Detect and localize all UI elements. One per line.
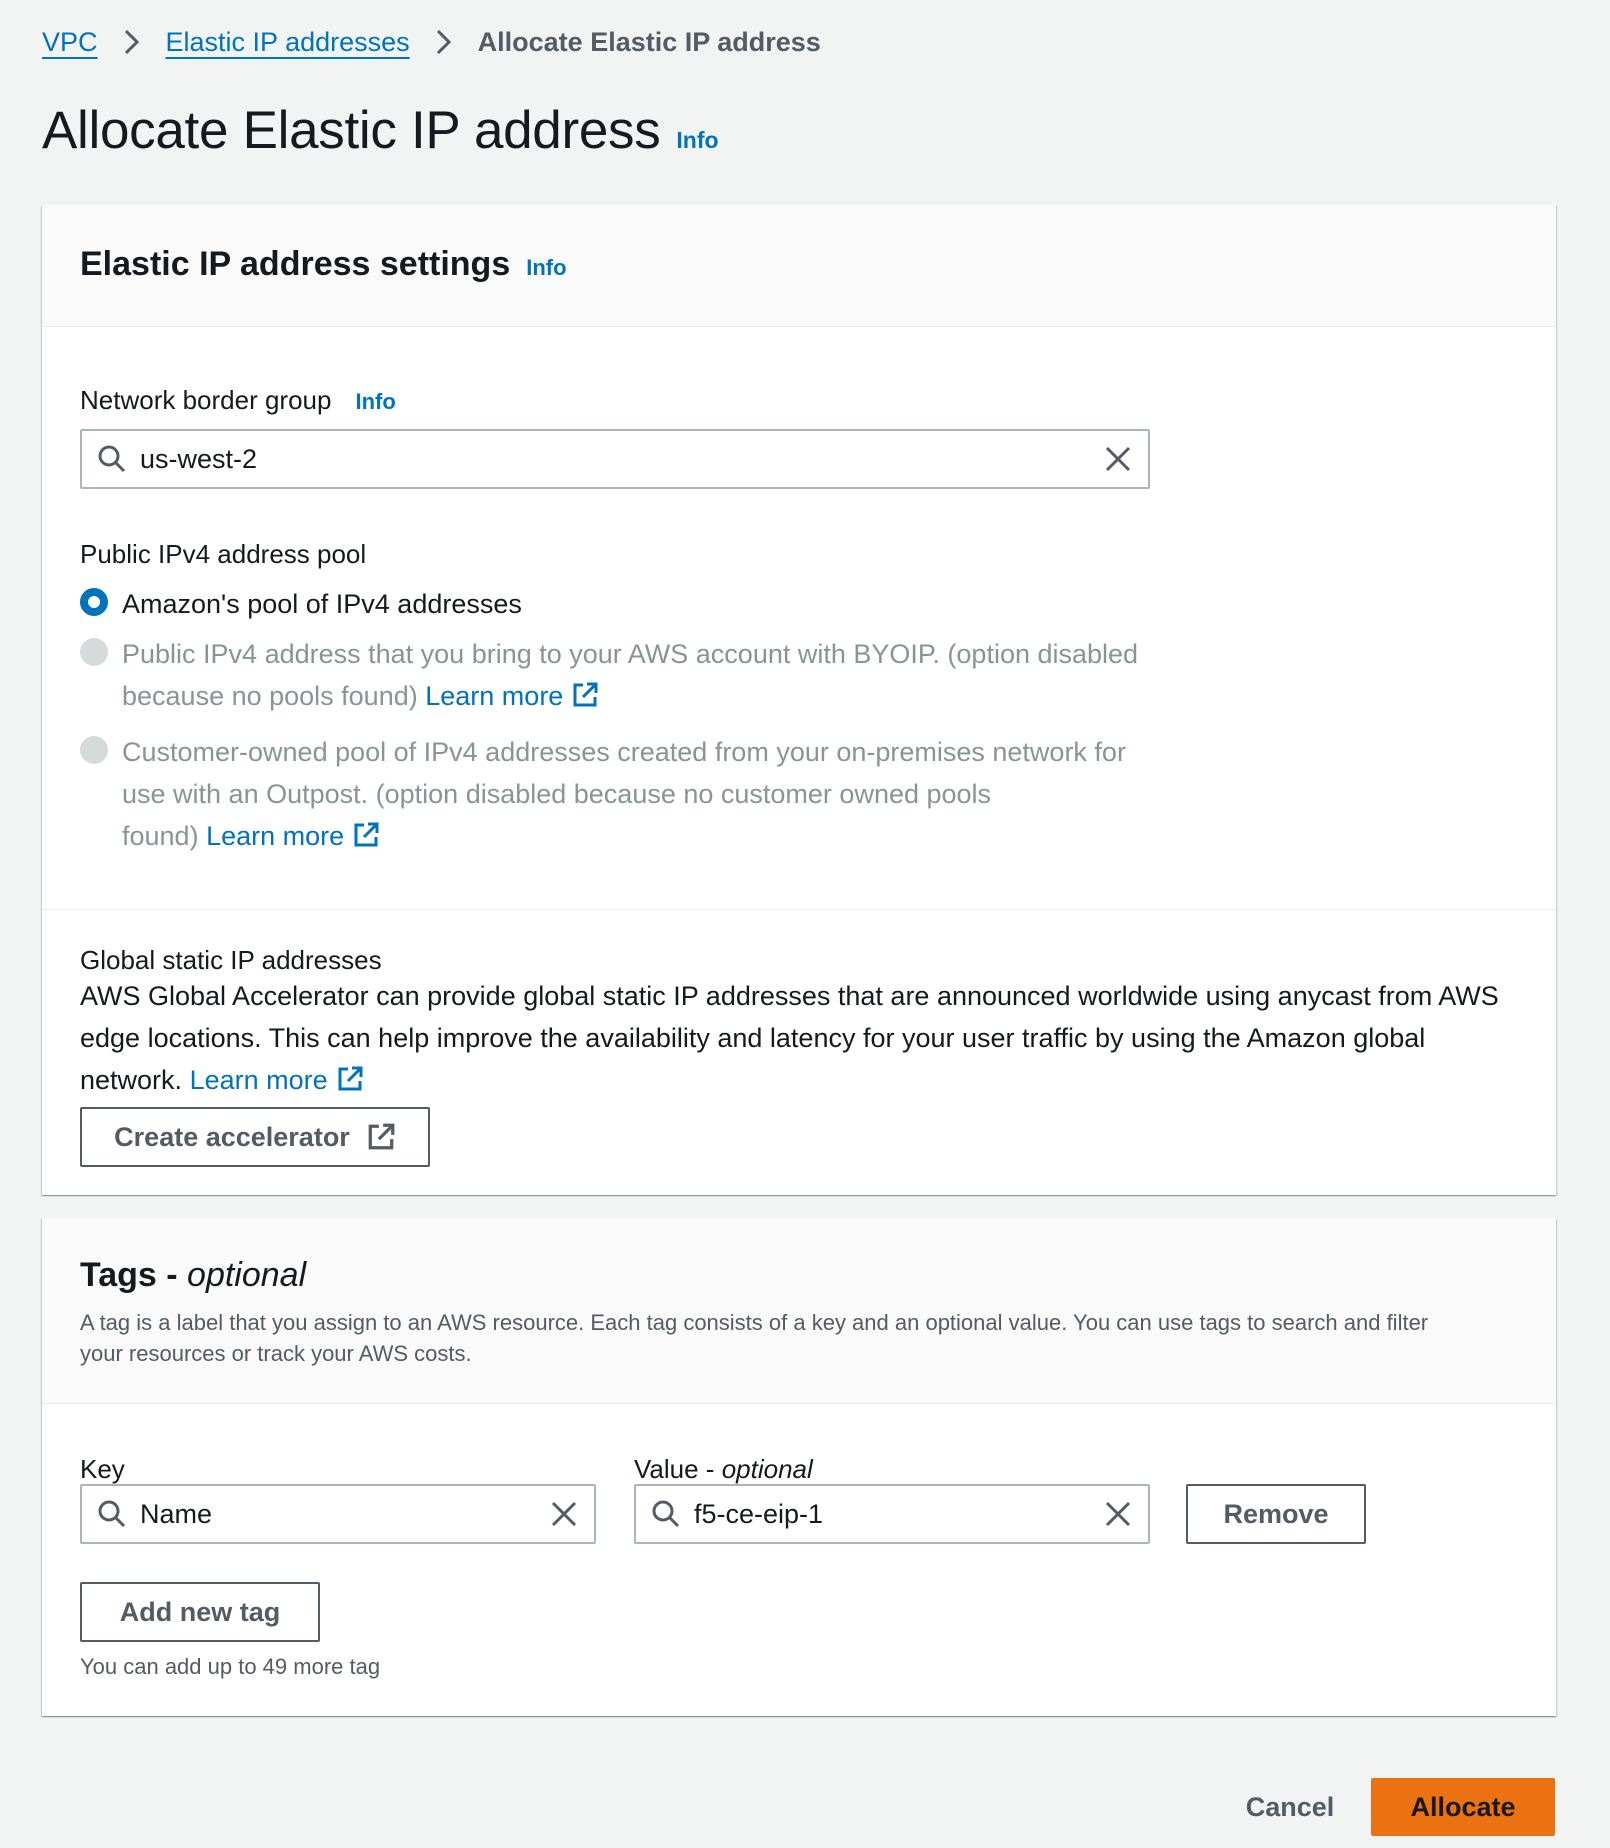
ipv4-pool-label: Public IPv4 address pool <box>80 539 367 569</box>
search-icon <box>652 1500 680 1528</box>
remove-tag-button[interactable]: Remove <box>1186 1484 1366 1544</box>
chevron-right-icon <box>122 28 142 56</box>
tag-value-label-optional: optional <box>721 1454 813 1484</box>
remove-tag-label: Remove <box>1223 1498 1329 1529</box>
network-border-group-label: Network border group <box>80 385 332 415</box>
tags-description: A tag is a label that you assign to an A… <box>80 1307 1518 1369</box>
global-static-desc-line1: AWS Global Accelerator can provide globa… <box>80 981 1499 1011</box>
global-static-desc-line2: edge locations. This can help improve th… <box>80 1023 1426 1053</box>
radio-option-customer-owned: Customer-owned pool of IPv4 addresses cr… <box>80 731 1126 857</box>
radio-option-amazon-pool[interactable]: Amazon's pool of IPv4 addresses <box>80 583 522 625</box>
tags-limit-hint: You can add up to 49 more tag <box>80 1654 381 1679</box>
settings-panel-title: Elastic IP address settings <box>80 245 511 283</box>
tags-panel-title: Tags - optional <box>80 1256 1518 1295</box>
network-border-group-info-link[interactable]: Info <box>355 389 395 415</box>
page-header: Allocate Elastic IP address Info <box>42 100 719 161</box>
global-accelerator-learn-more-text: Learn more <box>189 1065 328 1095</box>
close-icon[interactable] <box>1102 443 1134 475</box>
global-static-ip-label: Global static IP addresses <box>80 945 382 975</box>
add-new-tag-button[interactable]: Add new tag <box>80 1582 320 1642</box>
customer-owned-learn-more-link[interactable]: Learn more <box>206 821 380 851</box>
breadcrumb-vpc-link[interactable]: VPC <box>42 27 98 58</box>
create-accelerator-label: Create accelerator <box>114 1121 350 1152</box>
global-static-desc-line3: network. <box>80 1065 183 1095</box>
global-static-ip-description: AWS Global Accelerator can provide globa… <box>80 975 1520 1101</box>
allocate-button[interactable]: Allocate <box>1371 1778 1555 1836</box>
tag-value-label-text: Value - <box>634 1454 722 1484</box>
external-link-icon <box>354 822 379 847</box>
tags-panel-header: Tags - optional A tag is a label that yo… <box>42 1218 1556 1404</box>
network-border-group-label-row: Network border group Info <box>80 385 396 416</box>
page-title: Allocate Elastic IP address <box>42 101 661 160</box>
elastic-ip-settings-panel: Elastic IP address settings Info Network… <box>42 205 1556 1195</box>
add-new-tag-label: Add new tag <box>119 1596 281 1627</box>
cancel-button[interactable]: Cancel <box>1230 1778 1350 1836</box>
radio-byoip-label: Public IPv4 address that you bring to yo… <box>122 633 1138 717</box>
tags-desc-line2: your resources or track your AWS costs. <box>80 1341 472 1366</box>
network-border-group-input[interactable]: us-west-2 <box>80 429 1150 489</box>
radio-option-byoip: Public IPv4 address that you bring to yo… <box>80 633 1138 717</box>
customer-owned-learn-more-text: Learn more <box>206 821 345 851</box>
radio-byoip <box>80 638 108 666</box>
tags-title-optional: optional <box>187 1256 307 1294</box>
breadcrumb-elastic-ip-link[interactable]: Elastic IP addresses <box>166 27 410 58</box>
tags-panel: Tags - optional A tag is a label that yo… <box>42 1218 1556 1716</box>
page-info-link[interactable]: Info <box>676 127 718 154</box>
external-link-icon <box>338 1066 363 1091</box>
create-accelerator-button[interactable]: Create accelerator <box>80 1107 430 1167</box>
byoip-learn-more-text: Learn more <box>425 681 564 711</box>
breadcrumb-current: Allocate Elastic IP address <box>477 26 821 57</box>
breadcrumb: VPC Elastic IP addresses Allocate Elasti… <box>42 22 821 62</box>
tag-value-input[interactable]: f5-ce-eip-1 <box>634 1484 1150 1544</box>
radio-byoip-line2: because no pools found) <box>122 681 418 711</box>
radio-customer-owned-line1: Customer-owned pool of IPv4 addresses cr… <box>122 737 1126 767</box>
radio-customer-owned-line2: use with an Outpost. (option disabled be… <box>122 779 992 809</box>
settings-info-link[interactable]: Info <box>526 255 566 281</box>
external-link-icon <box>573 682 598 707</box>
tags-desc-line1: A tag is a label that you assign to an A… <box>80 1310 1429 1335</box>
tags-title-text: Tags - <box>80 1256 188 1294</box>
tag-value-label: Value - optional <box>634 1454 813 1485</box>
radio-customer-owned <box>80 736 108 764</box>
radio-byoip-line1: Public IPv4 address that you bring to yo… <box>122 639 1139 669</box>
search-icon <box>98 1500 126 1528</box>
radio-amazon-pool-label: Amazon's pool of IPv4 addresses <box>122 589 522 619</box>
tag-key-input[interactable]: Name <box>80 1484 596 1544</box>
byoip-learn-more-link[interactable]: Learn more <box>425 681 599 711</box>
radio-amazon-pool[interactable] <box>80 588 108 616</box>
settings-panel-header: Elastic IP address settings Info <box>42 205 1556 327</box>
tag-key-label: Key <box>80 1454 125 1484</box>
tag-key-value: Name <box>140 1498 213 1529</box>
section-divider <box>42 909 1556 910</box>
network-border-group-value: us-west-2 <box>140 443 258 474</box>
external-link-icon <box>368 1123 395 1150</box>
tag-value-value: f5-ce-eip-1 <box>694 1498 824 1529</box>
search-icon <box>98 445 126 473</box>
close-icon[interactable] <box>1102 1498 1134 1530</box>
close-icon[interactable] <box>548 1498 580 1530</box>
radio-customer-owned-label: Customer-owned pool of IPv4 addresses cr… <box>122 731 1126 857</box>
global-accelerator-learn-more-link[interactable]: Learn more <box>190 1065 364 1095</box>
radio-customer-owned-line3: found) <box>122 821 199 851</box>
chevron-right-icon <box>434 28 454 56</box>
